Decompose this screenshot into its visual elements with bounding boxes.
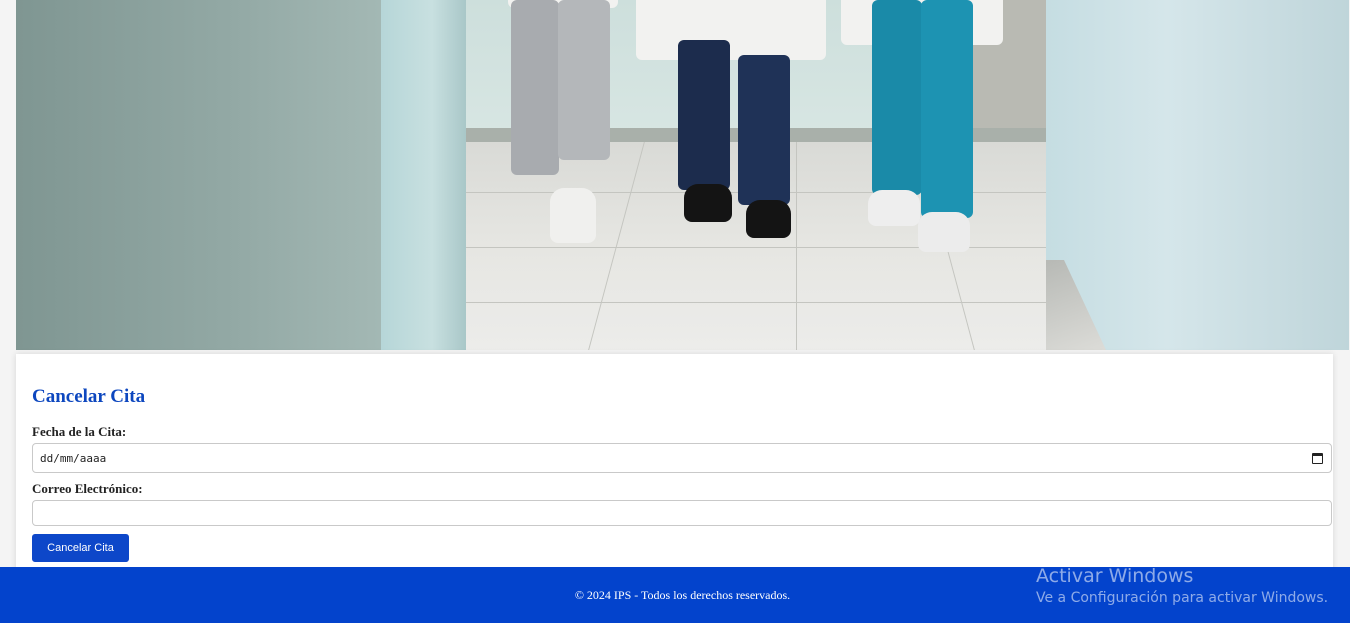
- hero-image: [16, 0, 1349, 350]
- hero-wall-right: [1046, 0, 1349, 350]
- shoe-2b: [746, 200, 791, 238]
- leg-3b: [921, 0, 973, 218]
- form-title: Cancelar Cita: [32, 386, 146, 407]
- shoe-3a: [868, 190, 920, 226]
- shoe-2a: [684, 184, 732, 222]
- email-input[interactable]: [32, 500, 1332, 526]
- hero-wall-edge: [381, 0, 466, 350]
- shoe-3b: [918, 212, 970, 252]
- leg-3a: [872, 0, 922, 195]
- leg-2a: [678, 40, 730, 190]
- email-label: Correo Electrónico:: [32, 481, 143, 496]
- date-input[interactable]: dd/mm/aaaa: [32, 443, 1332, 473]
- hero-wall-left: [16, 0, 381, 350]
- leg-1b: [558, 0, 610, 160]
- leg-2b: [738, 55, 790, 205]
- shoe-1: [550, 188, 596, 243]
- date-label: Fecha de la Cita:: [32, 424, 127, 439]
- leg-1a: [511, 0, 559, 175]
- windows-activation-title: Activar Windows: [1036, 565, 1194, 587]
- date-input-placeholder: dd/mm/aaaa: [40, 452, 107, 465]
- calendar-icon[interactable]: [1312, 453, 1323, 464]
- cancel-appointment-card: Cancelar Cita Fecha de la Cita: dd/mm/aa…: [16, 354, 1333, 584]
- coat-2: [636, 0, 826, 60]
- windows-activation-subtitle: Ve a Configuración para activar Windows.: [1036, 590, 1329, 606]
- cancel-appointment-button[interactable]: Cancelar Cita: [32, 534, 129, 562]
